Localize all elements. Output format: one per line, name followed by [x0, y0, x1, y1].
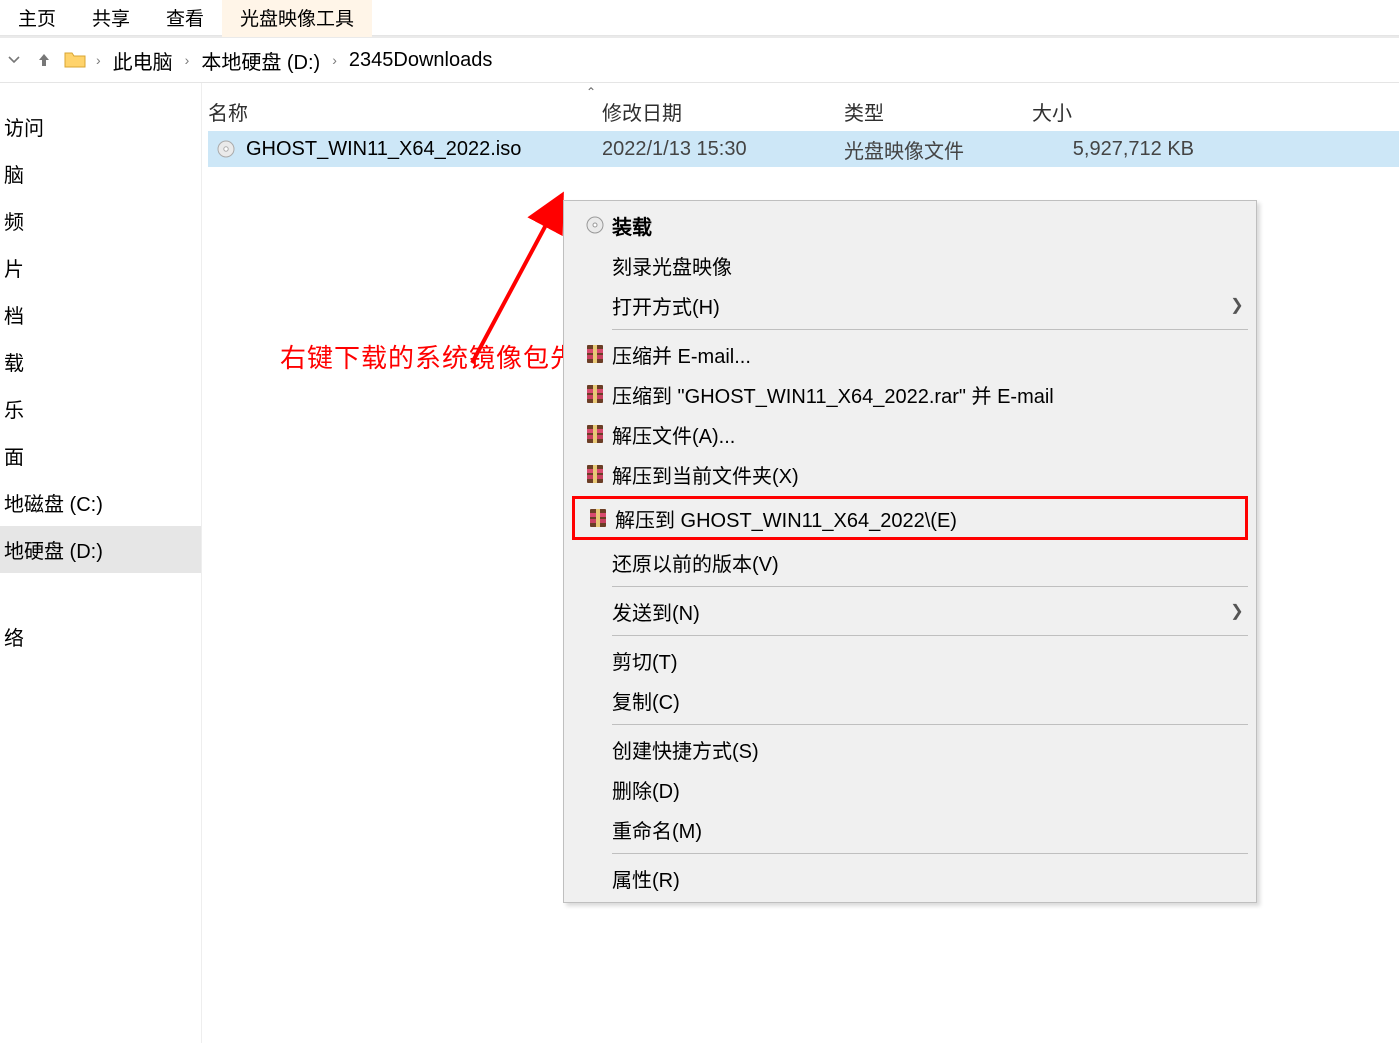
context-menu-label: 装载 — [612, 211, 1254, 240]
context-menu-item[interactable]: 解压到 GHOST_WIN11_X64_2022\(E) — [575, 499, 1245, 537]
breadcrumb: › 此电脑 › 本地硬盘 (D:) › 2345Downloads — [92, 44, 498, 77]
context-menu-separator — [612, 853, 1248, 854]
sidebar-item[interactable]: 地磁盘 (C:) — [0, 479, 201, 526]
crumb-this-pc[interactable]: 此电脑 — [107, 44, 179, 77]
column-header-size[interactable]: 大小 — [1032, 97, 1202, 131]
context-menu-item[interactable]: 解压文件(A)... — [566, 414, 1254, 454]
column-header-date[interactable]: 修改日期 — [602, 97, 844, 131]
history-dropdown-icon[interactable] — [0, 45, 28, 75]
rar-icon — [578, 423, 612, 445]
file-size: 5,927,712 KB — [1032, 138, 1202, 161]
context-menu-separator — [612, 329, 1248, 330]
chevron-right-icon[interactable]: › — [328, 52, 341, 68]
disc-file-icon — [216, 139, 236, 159]
sidebar-item[interactable]: 访问 — [0, 103, 201, 150]
context-menu-label: 属性(R) — [612, 864, 1254, 893]
rar-icon — [578, 343, 612, 365]
context-menu-label: 剪切(T) — [612, 646, 1254, 675]
context-menu-item[interactable]: 压缩到 "GHOST_WIN11_X64_2022.rar" 并 E-mail — [566, 374, 1254, 414]
column-header-name[interactable]: 名称 — [208, 97, 602, 131]
up-button-icon[interactable] — [30, 45, 58, 75]
ribbon-tabs: 主页 共享 查看 光盘映像工具 — [0, 0, 1399, 36]
disc-icon — [578, 215, 612, 235]
chevron-right-icon: ❯ — [1220, 601, 1254, 621]
context-menu-label: 打开方式(H) — [612, 291, 1220, 320]
context-menu-item[interactable]: 解压到当前文件夹(X) — [566, 454, 1254, 494]
sort-indicator-icon: ⌃ — [586, 85, 596, 99]
sidebar-item[interactable]: 片 — [0, 244, 201, 291]
context-menu-item[interactable]: 发送到(N)❯ — [566, 591, 1254, 631]
sidebar-item[interactable]: 脑 — [0, 150, 201, 197]
context-menu-item[interactable]: 剪切(T) — [566, 640, 1254, 680]
sidebar-item[interactable]: 载 — [0, 338, 201, 385]
crumb-folder[interactable]: 2345Downloads — [343, 47, 498, 74]
chevron-right-icon[interactable]: › — [181, 52, 194, 68]
sidebar-item[interactable]: 面 — [0, 432, 201, 479]
context-menu-item[interactable]: 属性(R) — [566, 858, 1254, 898]
context-menu-label: 重命名(M) — [612, 815, 1254, 844]
context-menu-label: 发送到(N) — [612, 597, 1220, 626]
rar-icon — [578, 463, 612, 485]
column-header-type[interactable]: 类型 — [844, 97, 1032, 131]
folder-icon — [64, 50, 88, 70]
context-menu-label: 复制(C) — [612, 686, 1254, 715]
context-menu-item[interactable]: 装载 — [566, 205, 1254, 245]
address-bar[interactable]: › 此电脑 › 本地硬盘 (D:) › 2345Downloads — [60, 44, 1399, 77]
context-menu-label: 删除(D) — [612, 775, 1254, 804]
file-row[interactable]: GHOST_WIN11_X64_2022.iso 2022/1/13 15:30… — [208, 131, 1399, 167]
context-menu-item[interactable]: 压缩并 E-mail... — [566, 334, 1254, 374]
sidebar-item[interactable]: 络 — [0, 613, 201, 660]
context-menu-item[interactable]: 还原以前的版本(V) — [566, 542, 1254, 582]
sidebar: 访问脑频片档载乐面地磁盘 (C:)地硬盘 (D:) 络 — [0, 83, 202, 1043]
context-menu-separator — [612, 724, 1248, 725]
context-menu-label: 还原以前的版本(V) — [612, 548, 1254, 577]
context-menu-item[interactable]: 重命名(M) — [566, 809, 1254, 849]
context-menu-item[interactable]: 创建快捷方式(S) — [566, 729, 1254, 769]
crumb-drive[interactable]: 本地硬盘 (D:) — [195, 44, 326, 77]
tab-share[interactable]: 共享 — [74, 0, 148, 37]
context-menu-separator — [612, 586, 1248, 587]
chevron-right-icon[interactable]: › — [92, 52, 105, 68]
context-menu-label: 解压到当前文件夹(X) — [612, 460, 1254, 489]
context-menu-label: 压缩并 E-mail... — [612, 340, 1254, 369]
context-menu-item[interactable]: 刻录光盘映像 — [566, 245, 1254, 285]
sidebar-item[interactable]: 频 — [0, 197, 201, 244]
context-menu-item[interactable]: 删除(D) — [566, 769, 1254, 809]
context-menu: 装载刻录光盘映像打开方式(H)❯压缩并 E-mail...压缩到 "GHOST_… — [563, 200, 1257, 903]
context-menu-item[interactable]: 打开方式(H)❯ — [566, 285, 1254, 325]
context-menu-separator — [612, 635, 1248, 636]
context-menu-item[interactable]: 复制(C) — [566, 680, 1254, 720]
tab-disc-image-tools[interactable]: 光盘映像工具 — [222, 0, 372, 37]
sidebar-item[interactable]: 档 — [0, 291, 201, 338]
file-name: GHOST_WIN11_X64_2022.iso — [246, 138, 521, 161]
context-menu-label: 压缩到 "GHOST_WIN11_X64_2022.rar" 并 E-mail — [612, 380, 1254, 409]
context-menu-label: 刻录光盘映像 — [612, 251, 1254, 280]
sidebar-item[interactable]: 地硬盘 (D:) — [0, 526, 201, 573]
tab-view[interactable]: 查看 — [148, 0, 222, 37]
rar-icon — [581, 507, 615, 529]
file-date: 2022/1/13 15:30 — [602, 138, 844, 161]
tab-home[interactable]: 主页 — [0, 0, 74, 37]
navigation-bar: › 此电脑 › 本地硬盘 (D:) › 2345Downloads — [0, 38, 1399, 82]
context-menu-label: 创建快捷方式(S) — [612, 735, 1254, 764]
context-menu-label: 解压文件(A)... — [612, 420, 1254, 449]
context-menu-label: 解压到 GHOST_WIN11_X64_2022\(E) — [615, 504, 1245, 533]
file-type: 光盘映像文件 — [844, 135, 1032, 164]
column-headers: 名称 修改日期 类型 大小 — [202, 83, 1399, 131]
sidebar-item[interactable]: 乐 — [0, 385, 201, 432]
rar-icon — [578, 383, 612, 405]
chevron-right-icon: ❯ — [1220, 295, 1254, 315]
highlighted-menu-item: 解压到 GHOST_WIN11_X64_2022\(E) — [572, 496, 1248, 540]
